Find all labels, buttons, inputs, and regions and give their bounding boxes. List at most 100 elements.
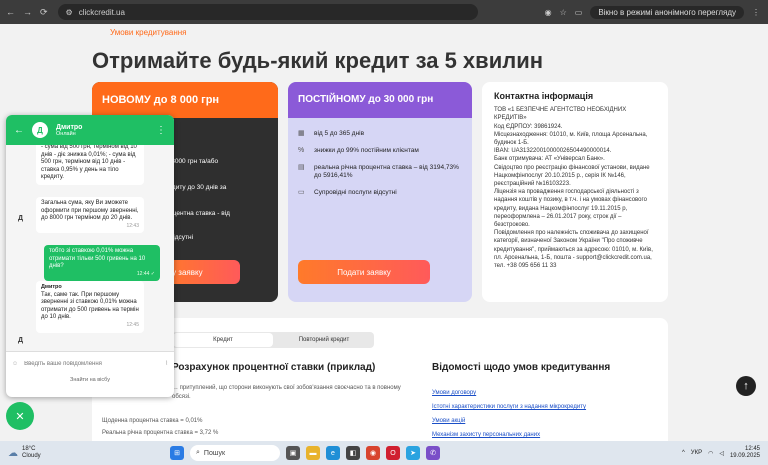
avatar: Д xyxy=(18,215,23,222)
taskbar-apps: ⊞ ⌕ Пошук ▣ ▬ e ◧ ◉ O ➤ ✆ xyxy=(170,445,440,461)
message-time: 12:44 ✓ xyxy=(136,270,155,277)
message-bot: Загальна сума, яку Ви зможете оформити п… xyxy=(36,197,144,234)
agent-info: Дмитро Онлайн xyxy=(56,124,82,137)
link-contract-terms[interactable]: Умови договору xyxy=(432,386,586,400)
arrow-up-icon: ↑ xyxy=(743,380,749,392)
volume-icon[interactable]: ◁ xyxy=(719,450,724,457)
feature-item: ▦ від 5 до 365 днів xyxy=(298,130,365,137)
tab-repeat-credit[interactable]: Повторний кредит xyxy=(274,332,374,348)
avatar: Д xyxy=(32,122,48,138)
incognito-indicator[interactable]: Вікно в режимі анонімного перегляду xyxy=(590,5,744,19)
nav-buttons: ← → ⟳ xyxy=(0,7,54,18)
calc-text: … притуплений, що сторони виконують свої… xyxy=(172,385,401,400)
chat-message-input[interactable] xyxy=(24,360,160,367)
page-title: Отримайте будь-який кредит за 5 хвилин xyxy=(92,48,543,73)
taskbar: ☁ 18°C Cloudy ⊞ ⌕ Пошук ▣ ▬ e ◧ ◉ O ➤ ✆ ^ … xyxy=(0,441,768,465)
daily-rate: Щоденна процентна ставка = 0,01% xyxy=(102,418,203,424)
calculation-section: Кредит Повторний кредит Розрахунок проце… xyxy=(92,318,668,441)
chat-widget: ← Д Дмитро Онлайн ⋮ - сума від 500 грн, … xyxy=(6,115,174,397)
contact-line[interactable]: Повідомлення про належність споживача до… xyxy=(494,229,656,270)
windows-start-icon[interactable]: ⊞ xyxy=(170,446,184,460)
language-indicator[interactable]: УКР xyxy=(691,450,702,456)
close-icon: ✕ xyxy=(15,410,25,423)
back-icon[interactable]: ← xyxy=(6,7,15,18)
contact-line: ТОВ «1 БЕЗПЕЧНЕ АГЕНТСТВО НЕОБХІДНИХ КРЕ… xyxy=(494,107,627,122)
opera-icon[interactable]: O xyxy=(386,446,400,460)
message-user: тобто зі ставкою 0,01% можна отримати ті… xyxy=(44,245,160,282)
chat-input-bar: ☺ ⌇ xyxy=(6,351,174,375)
agent-status: Онлайн xyxy=(56,130,76,137)
credit-tabs: Кредит Повторний кредит xyxy=(172,332,374,348)
feature-item: % знижки до 99% постійним клієнтам xyxy=(298,147,419,154)
sidebar-icon[interactable]: ▭ xyxy=(575,8,583,17)
card-regular-title: ПОСТІЙНОМУ до 30 000 грн xyxy=(288,82,472,118)
message-time: 12:43 xyxy=(126,222,139,229)
attach-icon[interactable]: ⌇ xyxy=(165,360,168,367)
tab-credit[interactable]: Кредит xyxy=(173,333,273,347)
calc-heading: Розрахунок процентної ставки (приклад) xyxy=(172,362,376,373)
cloud-icon: ☁ xyxy=(8,447,18,459)
percent-icon: % xyxy=(298,147,305,154)
clock[interactable]: 12:45 19.09.2025 xyxy=(730,446,760,460)
eye-off-icon[interactable]: ◉ xyxy=(545,8,552,17)
contact-title: Контактна інформація xyxy=(494,91,594,101)
contact-line: IBAN: UA313220010000026504490000014. xyxy=(494,148,612,155)
weather-widget[interactable]: ☁ 18°C Cloudy xyxy=(0,446,140,460)
calendar-icon: ▦ xyxy=(298,130,305,137)
emoji-icon[interactable]: ☺ xyxy=(12,361,18,367)
apply-button-regular[interactable]: Подати заявку xyxy=(298,260,430,284)
chat-header: ← Д Дмитро Онлайн ⋮ xyxy=(6,115,174,145)
info-links: Умови договору Істотні характеристики по… xyxy=(432,386,586,441)
scroll-top-button[interactable]: ↑ xyxy=(736,376,756,396)
avatar: Д xyxy=(18,337,23,344)
browser-toolbar: ← → ⟳ ⚙ clickcredit.ua ◉ ☆ ▭ Вікно в реж… xyxy=(0,0,768,24)
powered-by[interactable]: Знайти на вісбу xyxy=(6,377,174,383)
contact-line: Ліцензія на провадження господарської ді… xyxy=(494,189,647,229)
breadcrumb[interactable]: Умови кредитування xyxy=(110,28,187,37)
back-arrow-icon[interactable]: ← xyxy=(14,125,24,136)
viber-icon[interactable]: ✆ xyxy=(426,446,440,460)
edge-icon[interactable]: e xyxy=(326,446,340,460)
more-menu-icon[interactable]: ⋮ xyxy=(156,125,166,136)
agent-name: Дмитро xyxy=(56,123,83,131)
card-regular-client: ПОСТІЙНОМУ до 30 000 грн ▦ від 5 до 365 д… xyxy=(288,82,472,302)
link-promo-terms[interactable]: Умови акцій xyxy=(432,414,586,428)
link-service-characteristics[interactable]: Істотні характеристики послуги з надання… xyxy=(432,400,586,414)
feature-item: ▤ реальна річна процентна ставка – від 31… xyxy=(298,164,459,179)
browser-actions: ◉ ☆ ▭ Вікно в режимі анонімного перегляд… xyxy=(545,5,768,19)
star-icon[interactable]: ☆ xyxy=(560,8,567,17)
menu-icon[interactable]: ⋮ xyxy=(752,8,760,17)
contact-line: Банк отримувача: АТ «Універсал Банк». xyxy=(494,156,605,163)
contact-line: Місцезнаходження: 01010, м. Київ, площа … xyxy=(494,131,648,147)
file-explorer-icon[interactable]: ▬ xyxy=(306,446,320,460)
document-icon: ▤ xyxy=(298,164,305,171)
system-tray: ^ УКР ◠ ◁ 12:45 19.09.2025 xyxy=(682,446,768,460)
url-text: clickcredit.ua xyxy=(78,7,125,17)
chevron-up-icon[interactable]: ^ xyxy=(682,450,685,456)
message-bot: Дмитро Так, саме так. При першому звернен… xyxy=(36,281,144,333)
link-data-protection[interactable]: Механізм захисту персональних даних xyxy=(432,428,586,441)
reload-icon[interactable]: ⟳ xyxy=(40,7,48,18)
site-info-icon[interactable]: ⚙ xyxy=(66,8,73,17)
contact-info: Контактна інформація ТОВ «1 БЕЗПЕЧНЕ АГЕ… xyxy=(482,82,668,302)
forward-icon[interactable]: → xyxy=(23,7,32,18)
contact-line: Свідоцтво про реєстрацію фінансової уста… xyxy=(494,164,650,188)
feature-item: ▭ Супровідні послуги відсутні xyxy=(298,189,397,196)
annual-rate: Реальна річна процентна ставка = 3,72 % xyxy=(102,430,219,436)
message-author: Дмитро xyxy=(41,284,62,290)
chrome-icon[interactable]: ◉ xyxy=(366,446,380,460)
wifi-icon[interactable]: ◠ xyxy=(708,450,713,457)
message-bot: - сума від 500 грн, терміном від 10 днів… xyxy=(36,145,144,185)
card-icon: ▭ xyxy=(298,189,305,196)
telegram-icon[interactable]: ➤ xyxy=(406,446,420,460)
search-icon: ⌕ xyxy=(196,449,200,456)
taskbar-search[interactable]: ⌕ Пошук xyxy=(190,445,280,461)
contact-line: Код ЄДРПОУ: 39861924. xyxy=(494,123,563,130)
message-list: - сума від 500 грн, терміном від 10 днів… xyxy=(6,145,174,351)
chat-toggle-button[interactable]: ✕ xyxy=(6,402,34,430)
store-icon[interactable]: ◧ xyxy=(346,446,360,460)
task-view-icon[interactable]: ▣ xyxy=(286,446,300,460)
address-bar[interactable]: ⚙ clickcredit.ua xyxy=(57,4,478,20)
info-heading: Відомості щодо умов кредитування xyxy=(432,362,611,373)
message-time: 12:45 xyxy=(126,321,139,328)
